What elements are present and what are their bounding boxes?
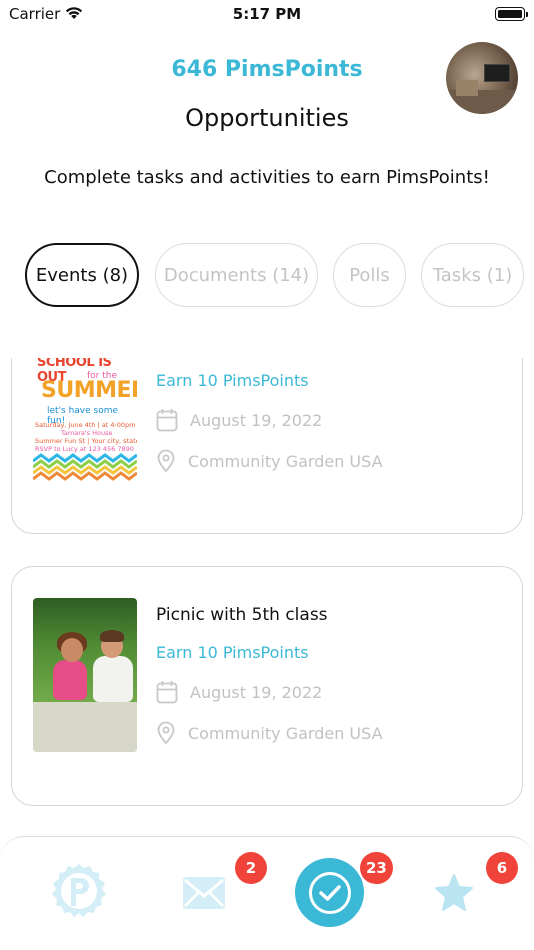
event-points: Earn 10 PimsPoints bbox=[156, 643, 309, 662]
opportunities-badge: 23 bbox=[360, 852, 393, 884]
nav-opportunities[interactable] bbox=[295, 858, 364, 927]
favorites-badge: 6 bbox=[486, 852, 518, 884]
page-subtitle: Complete tasks and activities to earn Pi… bbox=[44, 167, 490, 188]
tab-polls[interactable]: Polls bbox=[333, 243, 406, 307]
flyer-line: SUMMER bbox=[41, 378, 137, 403]
location-pin-icon bbox=[157, 721, 175, 745]
event-location: Community Garden USA bbox=[188, 723, 383, 743]
event-card[interactable]: Picnic with 5th class Earn 10 PimsPoints… bbox=[11, 566, 523, 806]
event-photo-image bbox=[33, 598, 137, 752]
messages-badge: 2 bbox=[235, 852, 267, 884]
calendar-icon bbox=[156, 681, 178, 704]
star-icon bbox=[435, 874, 473, 911]
event-location-row: Community Garden USA bbox=[156, 721, 383, 745]
event-title: Picnic with 5th class bbox=[156, 605, 328, 625]
battery-icon bbox=[495, 7, 528, 21]
flyer-line: Tamara's House bbox=[61, 429, 113, 437]
checkmark-circle-icon bbox=[308, 871, 351, 914]
clock: 5:17 PM bbox=[232, 5, 302, 23]
flyer-line: RSVP to Lucy at 123 456 7890 bbox=[35, 445, 134, 453]
tab-tasks[interactable]: Tasks (1) bbox=[421, 243, 524, 307]
event-points: Earn 10 PimsPoints bbox=[156, 371, 309, 390]
location-pin-icon bbox=[157, 449, 175, 473]
events-list[interactable]: SCHOOL IS OUT for the SUMMER let's have … bbox=[0, 358, 534, 836]
event-date: August 19, 2022 bbox=[190, 410, 323, 430]
flyer-zigzag-decoration bbox=[33, 453, 137, 481]
event-date-row: August 19, 2022 bbox=[156, 680, 322, 704]
event-flyer-image: SCHOOL IS OUT for the SUMMER let's have … bbox=[33, 358, 137, 511]
event-date-row: August 19, 2022 bbox=[156, 408, 322, 432]
nav-favorites[interactable] bbox=[434, 873, 474, 917]
calendar-icon bbox=[156, 409, 178, 432]
tab-documents[interactable]: Documents (14) bbox=[155, 243, 318, 307]
tab-events[interactable]: Events (8) bbox=[25, 243, 139, 307]
status-bar: Carrier 5:17 PM bbox=[0, 0, 534, 30]
event-card[interactable]: SCHOOL IS OUT for the SUMMER let's have … bbox=[11, 358, 523, 534]
page-title: Opportunities bbox=[185, 104, 349, 132]
flyer-line: Summer Fun St | Your city, state bbox=[35, 437, 137, 445]
event-date: August 19, 2022 bbox=[190, 682, 323, 702]
event-location: Community Garden USA bbox=[188, 451, 383, 471]
flyer-line: Saturday, June 4th | at 4:00pm bbox=[35, 421, 136, 429]
nav-home[interactable] bbox=[49, 862, 109, 926]
envelope-icon bbox=[183, 877, 225, 909]
nav-messages[interactable] bbox=[182, 876, 226, 914]
pimspoints-logo-icon bbox=[52, 864, 106, 917]
event-location-row: Community Garden USA bbox=[156, 449, 383, 473]
